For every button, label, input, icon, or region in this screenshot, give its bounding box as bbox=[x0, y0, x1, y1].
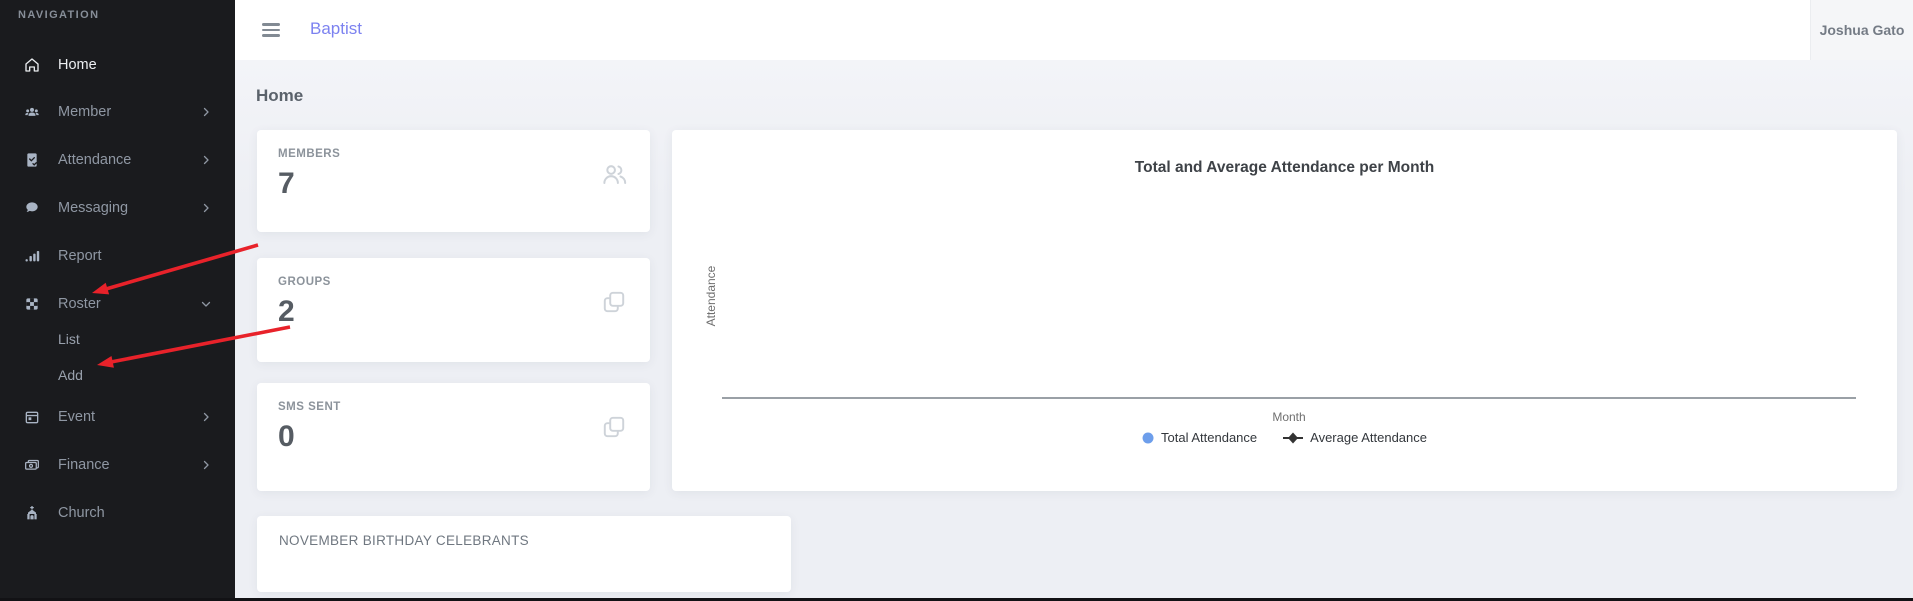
sidebar-item-label: Messaging bbox=[58, 200, 128, 216]
cash-icon bbox=[24, 457, 40, 473]
calendar-icon bbox=[24, 409, 40, 425]
sidebar-item-roster[interactable]: Roster bbox=[0, 287, 235, 321]
chevron-right-icon bbox=[200, 154, 212, 166]
sidebar-item-label: Roster bbox=[58, 296, 101, 312]
stat-value: 7 bbox=[278, 167, 629, 200]
sidebar-item-label: Attendance bbox=[58, 152, 131, 168]
hamburger-menu-icon[interactable] bbox=[262, 23, 280, 37]
chevron-down-icon bbox=[200, 298, 212, 310]
birthday-card-title: NOVEMBER BIRTHDAY CELEBRANTS bbox=[279, 533, 769, 548]
sidebar-item-attendance[interactable]: Attendance bbox=[0, 143, 235, 177]
sidebar-item-roster-add[interactable]: Add bbox=[0, 358, 235, 392]
user-name: Joshua Gato bbox=[1820, 22, 1905, 38]
stat-label: SMS SENT bbox=[278, 401, 629, 413]
sidebar-item-member[interactable]: Member bbox=[0, 95, 235, 129]
sidebar: NAVIGATION Home Member Attendance bbox=[0, 0, 235, 601]
sidebar-item-roster-list[interactable]: List bbox=[0, 322, 235, 356]
users-icon bbox=[24, 104, 40, 120]
circle-marker-icon bbox=[1142, 432, 1154, 444]
sidebar-item-messaging[interactable]: Messaging bbox=[0, 191, 235, 225]
birthday-celebrants-card: NOVEMBER BIRTHDAY CELEBRANTS bbox=[257, 516, 791, 592]
sidebar-item-home[interactable]: Home bbox=[0, 48, 235, 82]
sidebar-item-label: Add bbox=[58, 367, 83, 383]
x-axis-label: Month bbox=[1272, 410, 1305, 424]
stat-label: MEMBERS bbox=[278, 148, 629, 160]
legend-label: Total Attendance bbox=[1161, 430, 1257, 445]
user-menu[interactable]: Joshua Gato bbox=[1810, 0, 1913, 60]
home-icon bbox=[24, 57, 40, 73]
sidebar-item-finance[interactable]: Finance bbox=[0, 448, 235, 482]
sidebar-item-label: Report bbox=[58, 248, 102, 264]
sidebar-section-label: NAVIGATION bbox=[18, 9, 99, 21]
chevron-right-icon bbox=[200, 411, 212, 423]
attendance-chart-card: Total and Average Attendance per Month A… bbox=[672, 130, 1897, 491]
sidebar-item-label: List bbox=[58, 331, 80, 347]
grid-icon bbox=[24, 296, 40, 312]
stat-value: 2 bbox=[278, 295, 629, 328]
top-header: Baptist Joshua Gato bbox=[235, 0, 1913, 60]
bar-chart-icon bbox=[24, 248, 40, 264]
church-icon bbox=[24, 505, 40, 521]
layers-icon bbox=[601, 414, 628, 441]
sms-sent-stat-card: SMS SENT 0 bbox=[257, 383, 650, 491]
page-title: Home bbox=[256, 86, 303, 106]
stat-label: GROUPS bbox=[278, 276, 629, 288]
chart-legend: Total Attendance Average Attendance bbox=[672, 430, 1897, 445]
groups-stat-card: GROUPS 2 bbox=[257, 258, 650, 362]
sidebar-item-church[interactable]: Church bbox=[0, 496, 235, 530]
chevron-right-icon bbox=[200, 459, 212, 471]
brand-link[interactable]: Baptist bbox=[310, 19, 362, 39]
chevron-right-icon bbox=[200, 106, 212, 118]
stat-value: 0 bbox=[278, 420, 629, 453]
sidebar-item-label: Member bbox=[58, 104, 111, 120]
users-outline-icon bbox=[601, 161, 628, 188]
y-axis-label: Attendance bbox=[704, 266, 718, 327]
sidebar-item-label: Finance bbox=[58, 457, 110, 473]
members-stat-card: MEMBERS 7 bbox=[257, 130, 650, 232]
legend-item-total[interactable]: Total Attendance bbox=[1142, 430, 1257, 445]
attendance-icon bbox=[24, 152, 40, 168]
sidebar-item-event[interactable]: Event bbox=[0, 400, 235, 434]
chart-title: Total and Average Attendance per Month bbox=[672, 159, 1897, 177]
app-window: NAVIGATION Home Member Attendance bbox=[0, 0, 1913, 601]
sidebar-item-label: Home bbox=[58, 57, 97, 73]
legend-label: Average Attendance bbox=[1310, 430, 1427, 445]
layers-icon bbox=[601, 289, 628, 316]
x-axis-line bbox=[722, 397, 1856, 399]
diamond-line-marker-icon bbox=[1283, 432, 1303, 444]
sidebar-item-label: Church bbox=[58, 505, 105, 521]
legend-item-average[interactable]: Average Attendance bbox=[1283, 430, 1427, 445]
sidebar-item-report[interactable]: Report bbox=[0, 239, 235, 273]
sidebar-item-label: Event bbox=[58, 409, 95, 425]
chat-icon bbox=[24, 200, 40, 216]
chevron-right-icon bbox=[200, 202, 212, 214]
